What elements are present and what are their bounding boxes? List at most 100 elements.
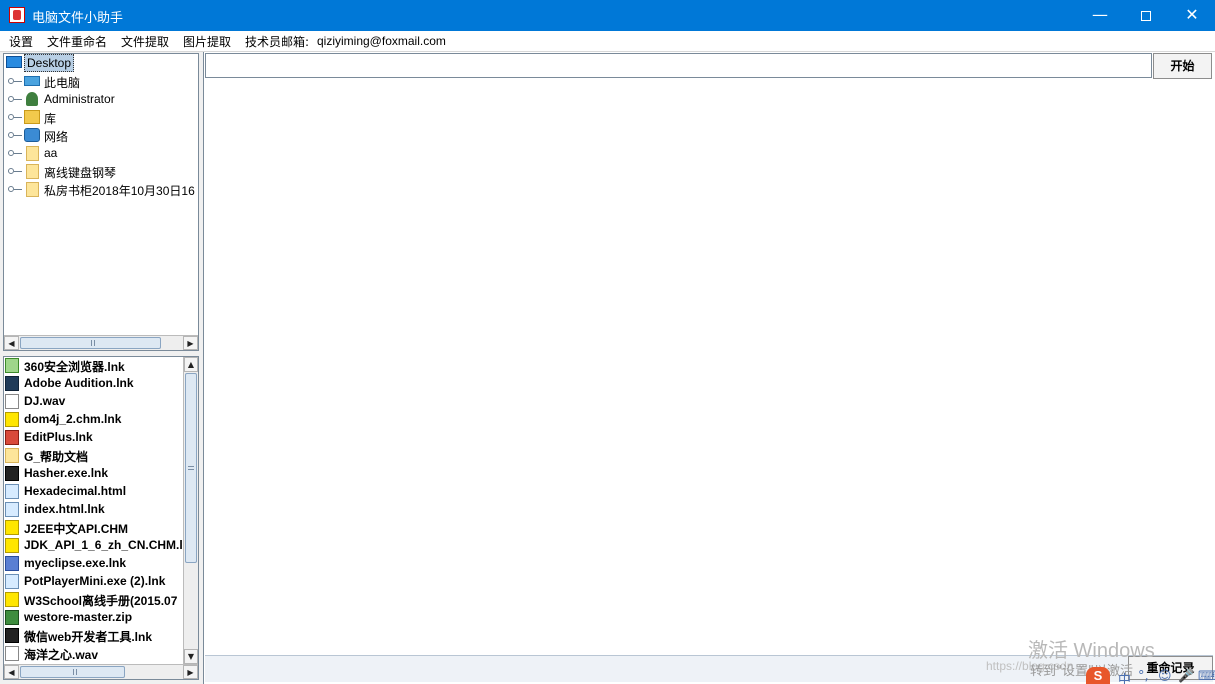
scroll-down-icon[interactable]: ▼ [184,649,198,664]
list-item[interactable]: dom4j_2.chm.lnk [4,411,184,429]
file-name: myeclipse.exe.lnk [24,556,127,570]
folder-icon [26,182,39,197]
maximize-button[interactable] [1123,0,1169,31]
eclipse-shortcut-icon [5,556,19,571]
expand-handle-icon[interactable] [8,168,22,174]
audition-shortcut-icon [5,376,19,391]
document-icon [5,646,19,661]
menu-bar: 设置 文件重命名 文件提取 图片提取 技术员邮箱: qiziyiming@fox… [0,31,1215,52]
list-item[interactable]: myeclipse.exe.lnk [4,555,184,573]
list-item[interactable]: JDK_API_1_6_zh_CN.CHM.lnk [4,537,184,555]
list-item[interactable]: Hexadecimal.html [4,483,184,501]
expand-handle-icon[interactable] [8,150,22,156]
scroll-thumb[interactable] [20,666,125,678]
player-shortcut-icon [5,574,19,589]
folder-icon [26,146,39,161]
scroll-right-icon[interactable]: ▶ [183,665,198,679]
menu-image-extract[interactable]: 图片提取 [182,33,232,50]
directory-tree[interactable]: Desktop 此电脑 Administrator 库 网络 aa 离线键盘钢琴… [3,53,199,351]
expand-handle-icon[interactable] [8,186,22,192]
ime-chinese-mode[interactable]: 中 [1118,669,1131,684]
file-name: PotPlayerMini.exe (2).lnk [24,574,166,588]
scroll-thumb[interactable] [185,373,197,563]
tree-item-label: 离线键盘钢琴 [44,166,117,180]
html-file-icon [5,484,19,499]
file-list-horizontal-scrollbar[interactable]: ◀ ▶ [4,664,198,679]
tree-item-label: 库 [44,112,57,126]
file-name: dom4j_2.chm.lnk [24,412,122,426]
list-item[interactable]: DJ.wav [4,393,184,411]
menu-settings[interactable]: 设置 [8,33,34,50]
list-item[interactable]: G_帮助文档 [4,447,184,465]
list-item[interactable]: 海洋之心.wav [4,645,184,663]
help-shortcut-icon [5,412,19,427]
minimize-button[interactable]: — [1077,0,1123,31]
list-item[interactable]: J2EE中文API.CHM [4,519,184,537]
file-name: index.html.lnk [24,502,105,516]
scroll-left-icon[interactable]: ◀ [4,336,19,350]
ime-voice-icon[interactable]: 🎤 [1178,669,1194,684]
file-list-vertical-scrollbar[interactable]: ▲ ▼ [183,357,198,664]
scroll-right-icon[interactable]: ▶ [183,336,198,350]
desktop-icon [6,56,22,68]
expand-handle-icon[interactable] [8,114,22,120]
expand-handle-icon[interactable] [8,96,22,102]
list-item[interactable]: EditPlus.lnk [4,429,184,447]
computer-icon [24,76,40,86]
list-item[interactable]: index.html.lnk [4,501,184,519]
file-name: 微信web开发者工具.lnk [24,630,153,644]
help-shortcut-icon [5,592,19,607]
file-name: EditPlus.lnk [24,430,93,444]
list-item[interactable]: westore-master.zip [4,609,184,627]
file-name: 360安全浏览器.lnk [24,360,125,374]
file-name: DJ.wav [24,394,66,408]
zip-file-icon [5,610,19,625]
ime-punctuation-icon[interactable]: °, [1138,669,1149,684]
scroll-left-icon[interactable]: ◀ [4,665,19,679]
scroll-thumb[interactable] [20,337,161,349]
hash-shortcut-icon [5,466,19,481]
list-item[interactable]: 微信web开发者工具.lnk [4,627,184,645]
tree-root-label: Desktop [24,54,75,72]
tree-item-label: 此电脑 [44,76,81,90]
close-button[interactable]: ✕ [1169,0,1215,31]
scroll-up-icon[interactable]: ▲ [184,357,198,372]
file-name: W3School离线手册(2015.07 [24,594,178,608]
grip-icon [188,466,194,470]
expand-handle-icon[interactable] [8,78,22,84]
list-item[interactable]: 360安全浏览器.lnk [4,357,184,375]
folder-icon [26,164,39,179]
library-icon [24,110,40,124]
maximize-icon [1141,10,1151,21]
help-shortcut-icon [5,538,19,553]
tree-item-label: 私房书柜2018年10月30日16 [44,184,195,198]
menu-file-rename[interactable]: 文件重命名 [46,33,108,50]
list-item[interactable]: Hasher.exe.lnk [4,465,184,483]
list-item[interactable]: W3School离线手册(2015.07 [4,591,184,609]
file-name: J2EE中文API.CHM [24,522,129,536]
tree-item-label: Administrator [44,92,115,106]
document-icon [5,394,19,409]
file-list[interactable]: 360安全浏览器.lnk Adobe Audition.lnk DJ.wav d… [3,356,199,680]
list-item[interactable]: Adobe Audition.lnk [4,375,184,393]
file-name: westore-master.zip [24,610,133,624]
grip-icon [72,669,77,675]
menu-file-extract[interactable]: 文件提取 [120,33,170,50]
file-name: G_帮助文档 [24,450,89,464]
file-name: Hasher.exe.lnk [24,466,109,480]
ime-keyboard-icon[interactable]: ⌨ [1198,669,1215,684]
browser-shortcut-icon [5,358,19,373]
ime-emoji-icon[interactable]: ☺ [1158,669,1172,684]
ime-logo-icon[interactable]: S [1086,667,1110,684]
tree-horizontal-scrollbar[interactable]: ◀ ▶ [4,335,198,350]
window-title: 电脑文件小助手 [32,11,124,26]
menu-tech-email-label[interactable]: 技术员邮箱: [244,33,310,50]
content-area [203,52,1215,684]
path-input[interactable] [205,53,1152,78]
tree-item-label: aa [44,146,58,160]
html-shortcut-icon [5,502,19,517]
grip-icon [90,340,95,346]
list-item[interactable]: PotPlayerMini.exe (2).lnk [4,573,184,591]
start-button[interactable]: 开始 [1153,53,1212,79]
expand-handle-icon[interactable] [8,132,22,138]
